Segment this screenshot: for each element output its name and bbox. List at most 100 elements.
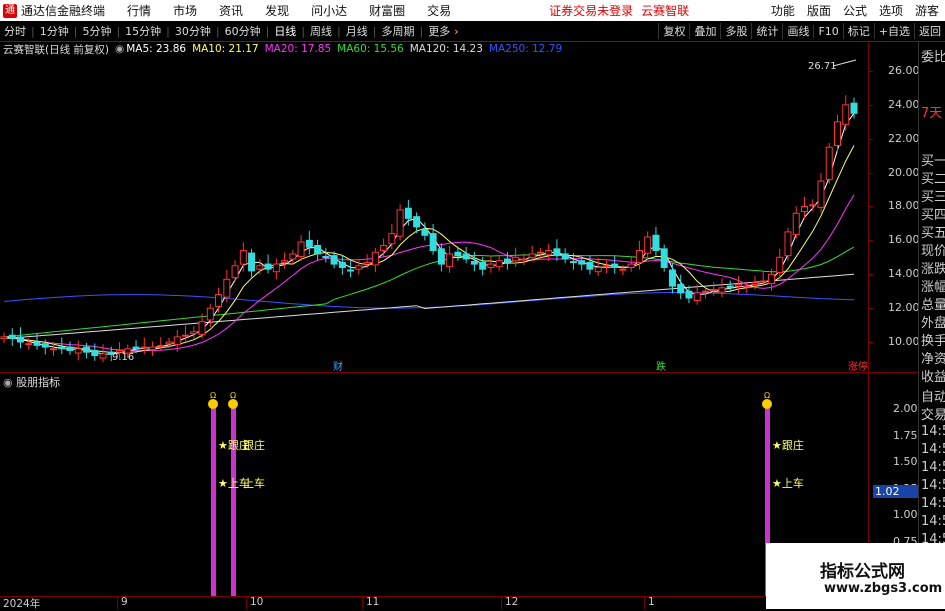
login-notice[interactable]: 证券交易未登录 xyxy=(549,2,633,19)
menu-market[interactable]: 行情 xyxy=(127,2,151,19)
signal-label-board: 上车 xyxy=(243,476,265,490)
quote-field: 涨幅 xyxy=(921,280,945,295)
candle xyxy=(281,252,289,269)
tab-timeshare[interactable]: 分时 xyxy=(0,23,30,39)
candle xyxy=(479,256,487,276)
watermark-title: 指标公式网 xyxy=(820,562,905,582)
multi-stock-button[interactable]: 多股 xyxy=(720,23,751,39)
candle xyxy=(338,255,346,275)
quote-field: 总量 xyxy=(921,298,945,313)
candle xyxy=(776,249,784,279)
tab-monthly[interactable]: 月线 xyxy=(342,23,372,39)
candle xyxy=(833,114,841,153)
candle xyxy=(792,206,800,239)
candle xyxy=(404,199,412,226)
chevron-right-icon[interactable]: › xyxy=(454,25,458,38)
candle xyxy=(454,247,462,261)
candle xyxy=(710,282,718,296)
menu-trade[interactable]: 交易 xyxy=(427,2,451,19)
candle xyxy=(495,256,503,271)
back-button[interactable]: 返回 xyxy=(914,23,945,39)
quote-field: 自动 xyxy=(921,390,945,405)
event-marker-finance[interactable]: 财 xyxy=(333,360,343,372)
candle xyxy=(74,340,82,361)
tab-more[interactable]: 更多 xyxy=(424,23,454,39)
candle xyxy=(297,235,305,261)
menu-ask[interactable]: 问小达 xyxy=(311,2,347,19)
quote-field: 14:56 xyxy=(921,442,945,457)
tab-weekly[interactable]: 周线 xyxy=(306,23,336,39)
svg-text:Ω: Ω xyxy=(210,391,216,400)
candle xyxy=(693,284,701,305)
ma10-line xyxy=(3,145,855,353)
event-marker-limit-up[interactable]: 涨停 xyxy=(848,360,868,372)
candle xyxy=(190,326,198,339)
date-tick-mark xyxy=(117,596,118,609)
menu-layout[interactable]: 版面 xyxy=(807,2,831,19)
date-tick: 9 xyxy=(121,596,128,608)
high-annotation: 26.71 xyxy=(808,61,837,72)
candle xyxy=(644,231,652,260)
candle xyxy=(380,238,388,257)
date-tick-mark xyxy=(644,596,645,609)
watermark-url: www.zbgs3.com xyxy=(824,581,943,596)
ma10-label: MA10: 21.17 xyxy=(192,43,259,55)
candle xyxy=(825,142,833,184)
quote-field: 买三 xyxy=(921,190,945,205)
price-tick-mark xyxy=(868,274,873,276)
quote-field: 委比 xyxy=(921,50,945,65)
candle xyxy=(289,249,297,265)
menu-formula[interactable]: 公式 xyxy=(843,2,867,19)
mark-button[interactable]: 标记 xyxy=(842,23,874,39)
candle xyxy=(652,226,660,256)
quote-field: 涨跌 xyxy=(921,262,945,277)
candle xyxy=(446,245,454,273)
overlay-button[interactable]: 叠加 xyxy=(689,23,720,39)
svg-text:Ω: Ω xyxy=(230,391,236,400)
date-tick: 10 xyxy=(250,596,264,608)
date-tick: 11 xyxy=(366,596,380,608)
signal-label-follow: 跟庄 xyxy=(243,438,265,452)
ma60-label: MA60: 15.56 xyxy=(337,43,404,55)
current-value-badge: 1.02 xyxy=(873,485,919,498)
candle xyxy=(611,255,619,274)
menu-discover[interactable]: 发现 xyxy=(265,2,289,19)
site-watermark: 指标公式网 www.zbgs3.com xyxy=(766,543,945,609)
quote-field: 买一 xyxy=(921,154,945,169)
candle xyxy=(314,239,322,261)
menu-exchange[interactable]: 市场 xyxy=(173,2,197,19)
menu-news[interactable]: 资讯 xyxy=(219,2,243,19)
tab-60min[interactable]: 60分钟 xyxy=(221,23,265,39)
candle xyxy=(206,303,214,328)
candle xyxy=(363,254,371,269)
tab-1min[interactable]: 1分钟 xyxy=(36,23,73,39)
restore-rights-button[interactable]: 复权 xyxy=(658,23,689,39)
candle xyxy=(322,248,330,263)
menu-options[interactable]: 选项 xyxy=(879,2,903,19)
menu-wealth[interactable]: 财富圈 xyxy=(369,2,405,19)
menu-guest[interactable]: 游客 xyxy=(915,2,939,19)
candle xyxy=(305,230,313,255)
draw-line-button[interactable]: 画线 xyxy=(782,23,813,39)
tab-5min[interactable]: 5分钟 xyxy=(78,23,115,39)
menu-function[interactable]: 功能 xyxy=(771,2,795,19)
quote-field: 14:56 xyxy=(921,424,945,439)
candle xyxy=(809,199,817,212)
statistics-button[interactable]: 统计 xyxy=(751,23,782,39)
candle xyxy=(784,227,792,261)
tab-daily[interactable]: 日线 xyxy=(270,23,300,39)
candlestick-chart[interactable]: 26.719.16财跌涨停◇ xyxy=(0,56,868,372)
price-tick-mark xyxy=(868,307,873,309)
f10-button[interactable]: F10 xyxy=(813,24,842,38)
tab-30min[interactable]: 30分钟 xyxy=(171,23,215,39)
settings-dot-icon[interactable]: ◉ xyxy=(115,43,124,55)
indicator-chart[interactable]: Ω Ω Ω★跟庄跟庄★上车上车★跟庄★上车 xyxy=(0,388,868,596)
candle xyxy=(627,257,635,272)
event-marker-drop[interactable]: 跌 xyxy=(656,360,666,372)
date-tick-mark xyxy=(246,596,247,609)
candle xyxy=(561,248,569,264)
tab-multi-period[interactable]: 多周期 xyxy=(377,23,418,39)
add-watchlist-button[interactable]: +自选 xyxy=(873,23,914,39)
date-tick: 1 xyxy=(648,596,655,608)
tab-15min[interactable]: 15分钟 xyxy=(121,23,165,39)
